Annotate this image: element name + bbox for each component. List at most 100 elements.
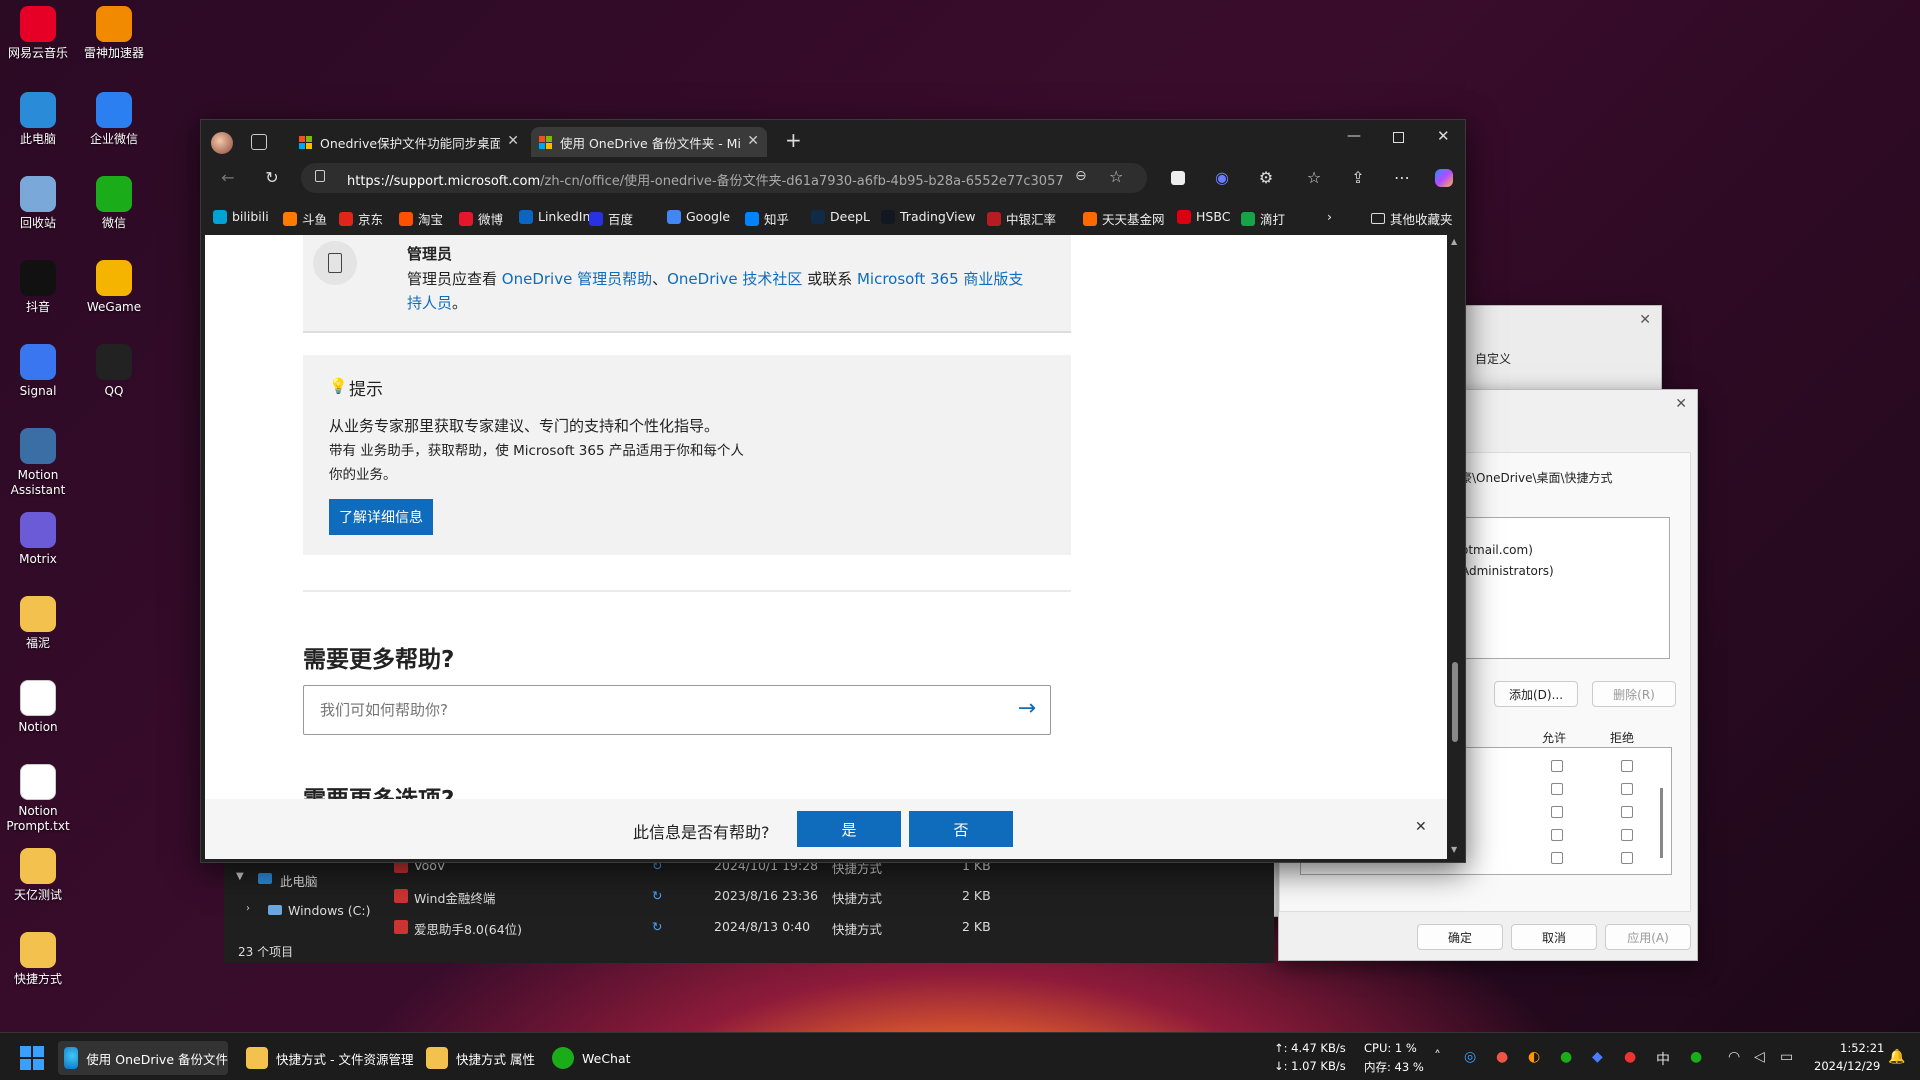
- tab-onedrive-protect[interactable]: Onedrive保护文件功能同步桌面时 ✕: [291, 127, 527, 157]
- desktop-icon[interactable]: QQ: [76, 344, 152, 399]
- favorite-item[interactable]: 淘宝: [399, 209, 443, 228]
- tray-app-icon[interactable]: ●: [1624, 1049, 1636, 1065]
- remove-button[interactable]: 删除(R): [1592, 681, 1676, 707]
- favorite-item[interactable]: 斗鱼: [283, 209, 327, 228]
- tech-community-link[interactable]: OneDrive 技术社区: [667, 270, 802, 288]
- tray-app-icon[interactable]: ◐: [1528, 1049, 1540, 1065]
- tab-actions-icon[interactable]: [251, 134, 267, 150]
- clock-time[interactable]: 1:52:21: [1840, 1041, 1884, 1055]
- taskbar-app-wechat[interactable]: WeChat: [552, 1041, 631, 1075]
- battery-icon[interactable]: ▭: [1780, 1049, 1793, 1065]
- tree-item-c-drive[interactable]: Windows (C:): [288, 903, 370, 918]
- desktop-icon[interactable]: 此电脑: [0, 92, 76, 147]
- chevron-right-icon[interactable]: ›: [246, 903, 250, 914]
- copilot-icon[interactable]: [1433, 167, 1455, 189]
- desktop-icon[interactable]: Signal: [0, 344, 76, 399]
- favorite-item[interactable]: 百度: [589, 209, 633, 228]
- tray-app-icon[interactable]: ◎: [1464, 1049, 1476, 1065]
- feedback-no-button[interactable]: 否: [909, 811, 1013, 847]
- profile-avatar[interactable]: [211, 132, 233, 154]
- favorite-item[interactable]: bilibili: [213, 209, 269, 224]
- scroll-up-icon[interactable]: ▲: [1451, 237, 1457, 246]
- users-list[interactable]: otmail.com) Administrators): [1460, 517, 1670, 659]
- desktop-icon[interactable]: 雷神加速器: [76, 6, 152, 61]
- desktop-icon[interactable]: 快捷方式: [0, 932, 76, 987]
- maximize-icon[interactable]: [1393, 132, 1404, 143]
- ime-indicator[interactable]: 中: [1656, 1049, 1670, 1069]
- clock-date[interactable]: 2024/12/29: [1814, 1059, 1880, 1073]
- desktop-icon[interactable]: 企业微信: [76, 92, 152, 147]
- close-window-icon[interactable]: ✕: [1437, 127, 1450, 145]
- desktop-icon[interactable]: 福泥: [0, 596, 76, 651]
- favorite-item[interactable]: LinkedIn: [519, 209, 590, 224]
- desktop-icon[interactable]: Notion: [0, 680, 76, 735]
- desktop-icon[interactable]: 网易云音乐: [0, 6, 76, 61]
- user-entry[interactable]: otmail.com): [1461, 543, 1533, 557]
- learn-more-button[interactable]: 了解详细信息: [329, 499, 433, 535]
- favorite-item[interactable]: 中银汇率: [987, 209, 1056, 228]
- user-entry[interactable]: Administrators): [1461, 564, 1554, 578]
- chevron-up-icon[interactable]: ˄: [1434, 1049, 1441, 1065]
- favorite-item[interactable]: DeepL: [811, 209, 870, 224]
- m365-support-link[interactable]: Microsoft 365 商业版支: [857, 270, 1023, 288]
- close-tab-icon[interactable]: ✕: [747, 133, 759, 149]
- start-button[interactable]: [20, 1046, 44, 1070]
- favorite-item[interactable]: 知乎: [745, 209, 789, 228]
- tab-onedrive-backup[interactable]: 使用 OneDrive 备份文件夹 - Micr ✕: [531, 127, 767, 157]
- add-button[interactable]: 添加(D)...: [1494, 681, 1578, 707]
- allow-checkbox[interactable]: [1551, 852, 1563, 864]
- more-icon[interactable]: ⋯: [1391, 167, 1413, 189]
- close-icon[interactable]: ✕: [1675, 396, 1687, 412]
- file-row[interactable]: ↻ Wind金融终端 2023/8/16 23:36 快捷方式 2 KB: [394, 888, 1134, 906]
- deny-checkbox[interactable]: [1621, 806, 1633, 818]
- wifi-icon[interactable]: ◠: [1728, 1049, 1740, 1065]
- deny-checkbox[interactable]: [1621, 783, 1633, 795]
- address-bar[interactable]: https://support.microsoft.com/zh-cn/offi…: [301, 163, 1147, 193]
- taskbar-app-explorer[interactable]: 快捷方式 - 文件资源管理: [246, 1041, 413, 1075]
- favorite-item[interactable]: TradingView: [881, 209, 976, 224]
- back-icon[interactable]: ←: [217, 167, 239, 189]
- share-icon[interactable]: ⇪: [1347, 167, 1369, 189]
- favorite-item[interactable]: 天天基金网: [1083, 209, 1165, 228]
- new-tab-icon[interactable]: +: [785, 128, 802, 152]
- close-icon[interactable]: ✕: [1415, 819, 1427, 835]
- desktop-icon[interactable]: Motrix: [0, 512, 76, 567]
- apply-button[interactable]: 应用(A): [1605, 924, 1691, 950]
- deny-checkbox[interactable]: [1621, 852, 1633, 864]
- ok-button[interactable]: 确定: [1417, 924, 1503, 950]
- tree-item-this-pc[interactable]: 此电脑: [280, 871, 318, 890]
- taskbar-app-edge[interactable]: 使用 OneDrive 备份文件: [58, 1041, 228, 1075]
- favorite-item[interactable]: 京东: [339, 209, 383, 228]
- allow-checkbox[interactable]: [1551, 760, 1563, 772]
- allow-checkbox[interactable]: [1551, 806, 1563, 818]
- scroll-thumb[interactable]: [1452, 662, 1458, 742]
- desktop-icon[interactable]: Notion Prompt.txt: [0, 764, 76, 834]
- favorite-item[interactable]: Google: [667, 209, 730, 224]
- desktop-icon[interactable]: 回收站: [0, 176, 76, 231]
- notification-bell-icon[interactable]: 🔔: [1888, 1049, 1905, 1065]
- deny-checkbox[interactable]: [1621, 760, 1633, 772]
- chevron-down-icon[interactable]: ▼: [236, 871, 244, 882]
- wechat-tray-icon[interactable]: ●: [1560, 1049, 1572, 1065]
- star-icon[interactable]: ☆: [1109, 167, 1123, 186]
- favorites-icon[interactable]: ☆: [1303, 167, 1325, 189]
- tab-custom[interactable]: 自定义: [1475, 350, 1511, 367]
- allow-checkbox[interactable]: [1551, 783, 1563, 795]
- admin-help-link[interactable]: OneDrive 管理员帮助: [502, 270, 652, 288]
- refresh-icon[interactable]: ↻: [261, 167, 283, 189]
- favorite-item[interactable]: 滴打: [1241, 209, 1285, 228]
- desktop-icon[interactable]: 微信: [76, 176, 152, 231]
- desktop-icon[interactable]: WeGame: [76, 260, 152, 315]
- tray-app-icon[interactable]: ◆: [1592, 1049, 1603, 1065]
- extensions-puzzle-icon[interactable]: ⚙: [1255, 167, 1277, 189]
- arrow-right-icon[interactable]: →: [1018, 696, 1036, 721]
- other-favorites[interactable]: 其他收藏夹: [1371, 209, 1453, 228]
- scroll-down-icon[interactable]: ▼: [1451, 845, 1457, 854]
- favorite-item[interactable]: 微博: [459, 209, 503, 228]
- m365-support-link-cont[interactable]: 持人员: [407, 294, 452, 312]
- file-row[interactable]: ↻ 爱思助手8.0(64位) 2024/8/13 0:40 快捷方式 2 KB: [394, 919, 1134, 937]
- desktop-icon[interactable]: 抖音: [0, 260, 76, 315]
- chevron-right-icon[interactable]: ›: [1327, 209, 1332, 224]
- page-scrollbar[interactable]: ▲ ▼: [1447, 235, 1463, 859]
- close-icon[interactable]: ✕: [1639, 312, 1651, 328]
